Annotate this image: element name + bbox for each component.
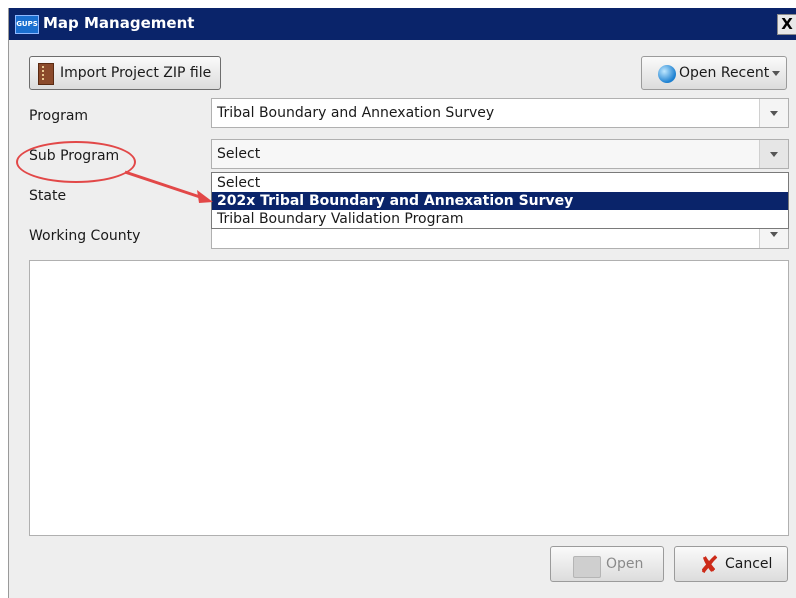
- open-button[interactable]: Open: [550, 546, 664, 582]
- title-bar: GUPS Map Management X: [9, 8, 796, 40]
- state-label: State: [29, 188, 67, 204]
- globe-icon: [658, 65, 676, 83]
- window-title: Map Management: [43, 14, 195, 32]
- app-icon: GUPS: [15, 15, 39, 34]
- annotation-arrow: [124, 170, 213, 203]
- close-button[interactable]: X: [777, 14, 796, 35]
- map-management-window: GUPS Map Management X Import Project ZIP…: [8, 8, 796, 598]
- working-county-label: Working County: [29, 228, 141, 244]
- annotation-ellipse: [16, 141, 136, 183]
- county-list-panel[interactable]: [29, 260, 789, 536]
- dropdown-option[interactable]: Tribal Boundary Validation Program: [212, 210, 788, 228]
- sub-program-dropdown-list: Select 202x Tribal Boundary and Annexati…: [211, 172, 789, 229]
- import-project-zip-button[interactable]: Import Project ZIP file: [29, 56, 221, 90]
- open-recent-button[interactable]: Open Recent: [641, 56, 787, 90]
- program-value: Tribal Boundary and Annexation Survey: [217, 105, 495, 121]
- sub-program-select[interactable]: Select: [211, 139, 789, 169]
- import-button-label: Import Project ZIP file: [60, 65, 212, 81]
- chevron-down-icon: [772, 71, 780, 76]
- cancel-button-label: Cancel: [725, 556, 773, 572]
- cancel-button[interactable]: ✘ Cancel: [674, 546, 788, 582]
- program-select[interactable]: Tribal Boundary and Annexation Survey: [211, 98, 789, 128]
- zip-file-icon: [38, 63, 54, 85]
- program-label: Program: [29, 108, 89, 124]
- dropdown-option-highlighted[interactable]: 202x Tribal Boundary and Annexation Surv…: [212, 192, 788, 210]
- dropdown-option[interactable]: Select: [212, 174, 788, 192]
- chevron-down-icon[interactable]: [759, 99, 788, 127]
- chevron-down-icon[interactable]: [759, 140, 788, 168]
- open-button-label: Open: [606, 556, 644, 572]
- sub-program-value: Select: [217, 146, 261, 162]
- folder-icon: [573, 556, 601, 578]
- close-x-icon: ✘: [699, 551, 720, 579]
- open-recent-label: Open Recent: [679, 65, 770, 81]
